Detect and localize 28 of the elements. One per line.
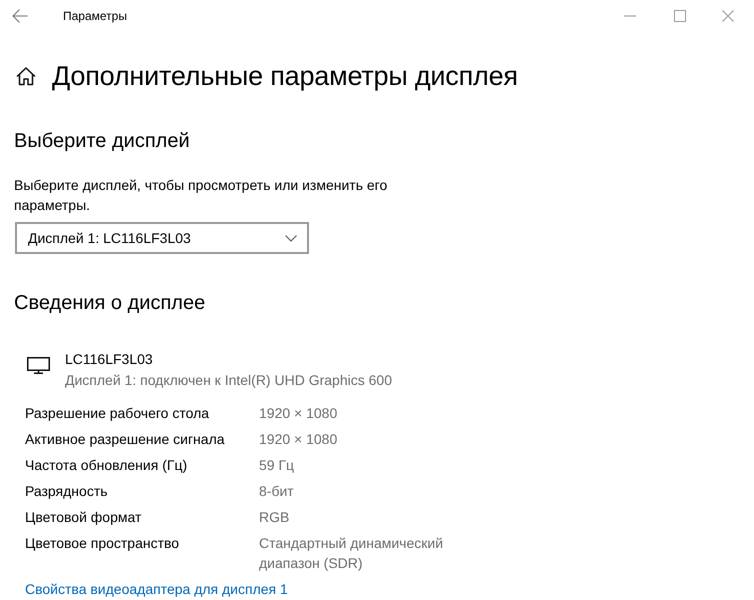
display-dropdown[interactable]: Дисплей 1: LC116LF3L03 — [15, 222, 309, 254]
section-heading: Выберите дисплей — [14, 129, 190, 154]
monitor-icon — [27, 357, 50, 374]
home-icon — [16, 66, 36, 86]
home-button[interactable] — [16, 66, 36, 86]
chevron-down-icon — [285, 234, 297, 242]
property-label: Цветовое пространство — [25, 535, 180, 551]
section-description: Выберите дисплей, чтобы просмотреть или изменить его параметры. — [14, 176, 388, 215]
property-label: Разрядность — [25, 483, 108, 499]
property-value: 1920 × 1080 — [259, 430, 338, 449]
page-title: Дополнительные параметры дисплея — [52, 60, 518, 93]
close-icon — [722, 10, 734, 22]
section-heading: Сведения о дисплее — [14, 291, 206, 316]
property-label: Цветовой формат — [25, 509, 142, 525]
property-label: Разрешение рабочего стола — [25, 405, 210, 421]
window-title: Параметры — [63, 8, 127, 24]
property-value: 59 Гц — [259, 456, 294, 475]
property-value: Стандартный динамический диапазон (SDR) — [259, 534, 444, 573]
adapter-properties-link[interactable]: Свойства видеоадаптера для дисплея 1 — [25, 579, 288, 599]
property-label: Частота обновления (Гц) — [25, 457, 188, 473]
display-connection: Дисплей 1: подключен к Intel(R) UHD Graphics 600 — [65, 371, 392, 390]
property-value: 8-бит — [259, 482, 294, 501]
property-value: 1920 × 1080 — [259, 404, 338, 423]
property-label: Активное разрешение сигнала — [25, 431, 225, 447]
back-arrow-icon — [12, 8, 28, 24]
property-value: RGB — [259, 508, 290, 527]
display-name: LC116LF3L03 — [65, 350, 153, 369]
maximize-icon — [674, 10, 686, 22]
